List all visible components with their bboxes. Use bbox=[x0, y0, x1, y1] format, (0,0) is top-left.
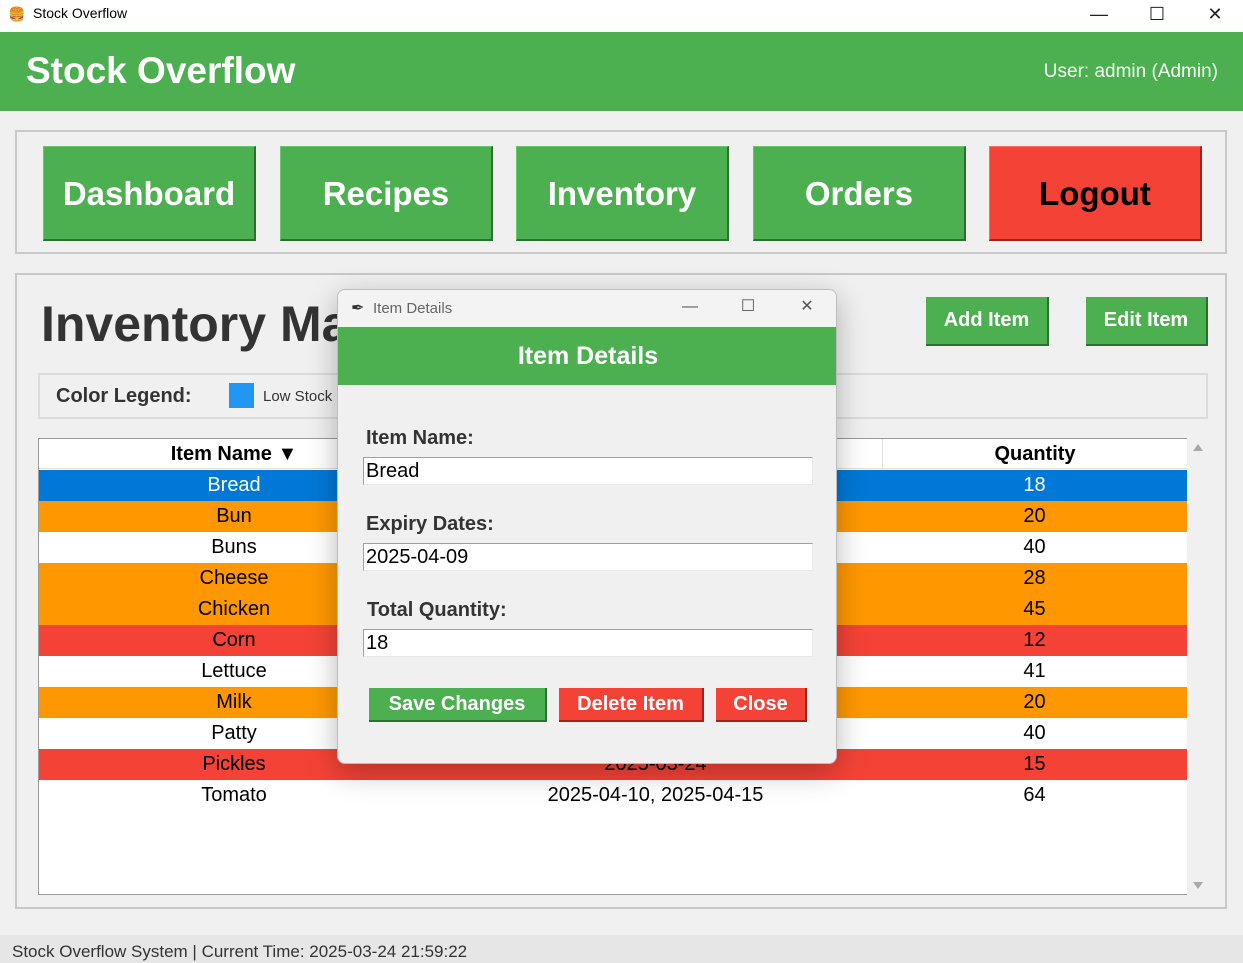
cell-expiry: 2025-04-10, 2025-04-15 bbox=[547, 784, 764, 806]
legend-label: Color Legend: bbox=[56, 385, 192, 407]
dialog-minimize-icon[interactable]: — bbox=[670, 296, 710, 320]
dialog-header: Item Details bbox=[338, 327, 836, 385]
app-header: Stock Overflow User: admin (Admin) bbox=[0, 32, 1243, 111]
status-bar: Stock Overflow System | Current Time: 20… bbox=[0, 935, 1243, 963]
dialog-window-title: Item Details bbox=[373, 300, 453, 317]
inventory-button[interactable]: Inventory bbox=[516, 146, 729, 241]
cell-quantity: 28 bbox=[1023, 567, 1046, 589]
expiry-dates-label: Expiry Dates: bbox=[366, 513, 494, 535]
app-brand: Stock Overflow bbox=[26, 50, 296, 91]
edit-item-button[interactable]: Edit Item bbox=[1086, 297, 1208, 346]
item-name-label: Item Name: bbox=[366, 427, 474, 449]
dialog-close-icon[interactable]: ✕ bbox=[787, 296, 827, 320]
minimize-icon[interactable]: — bbox=[1070, 0, 1128, 32]
nav-bar: Dashboard Recipes Inventory Orders Logou… bbox=[15, 130, 1227, 254]
low-stock-legend-text: Low Stock ( bbox=[263, 388, 342, 405]
scroll-up-icon[interactable] bbox=[1193, 444, 1203, 451]
cell-quantity: 18 bbox=[1023, 474, 1046, 496]
cell-item-name: Tomato bbox=[201, 784, 267, 806]
cell-quantity: 45 bbox=[1023, 598, 1046, 620]
window-title: Stock Overflow bbox=[33, 5, 128, 21]
status-text: Stock Overflow System | Current Time: 20… bbox=[12, 942, 468, 961]
orders-button[interactable]: Orders bbox=[753, 146, 966, 241]
save-changes-button[interactable]: Save Changes bbox=[369, 688, 547, 722]
maximize-icon[interactable]: ☐ bbox=[1128, 0, 1186, 32]
cell-quantity: 64 bbox=[1023, 784, 1046, 806]
expiry-dates-field[interactable]: 2025-04-09 bbox=[363, 543, 813, 571]
cell-quantity: 12 bbox=[1023, 629, 1046, 651]
item-details-dialog: ✒ Item Details — ☐ ✕ Item Details Item N… bbox=[337, 289, 837, 764]
cell-quantity: 20 bbox=[1023, 691, 1046, 713]
total-quantity-label: Total Quantity: bbox=[367, 599, 507, 621]
delete-item-button[interactable]: Delete Item bbox=[559, 688, 704, 722]
cell-quantity: 40 bbox=[1023, 536, 1046, 558]
dashboard-button[interactable]: Dashboard bbox=[43, 146, 256, 241]
cell-quantity: 40 bbox=[1023, 722, 1046, 744]
user-label: User: admin (Admin) bbox=[1043, 61, 1218, 82]
window-titlebar: 🍔 Stock Overflow — ☐ ✕ bbox=[0, 0, 1243, 32]
logout-button[interactable]: Logout bbox=[989, 146, 1202, 241]
table-row[interactable]: Tomato 2025-04-10, 2025-04-15 64 bbox=[39, 780, 1187, 811]
column-header-quantity[interactable]: Quantity bbox=[882, 439, 1187, 469]
page-title: Inventory Ma bbox=[41, 296, 350, 352]
cell-quantity: 41 bbox=[1023, 660, 1046, 682]
low-stock-swatch bbox=[229, 383, 254, 408]
close-icon[interactable]: ✕ bbox=[1186, 0, 1243, 32]
recipes-button[interactable]: Recipes bbox=[280, 146, 493, 241]
add-item-button[interactable]: Add Item bbox=[926, 297, 1049, 346]
app-icon: 🍔 bbox=[8, 6, 26, 22]
scroll-down-icon[interactable] bbox=[1193, 882, 1203, 889]
feather-icon: ✒ bbox=[351, 300, 365, 317]
cell-quantity: 15 bbox=[1023, 753, 1046, 775]
close-button[interactable]: Close bbox=[716, 688, 807, 722]
dialog-maximize-icon[interactable]: ☐ bbox=[728, 296, 768, 320]
table-scrollbar[interactable] bbox=[1187, 438, 1207, 895]
total-quantity-field[interactable]: 18 bbox=[363, 629, 813, 657]
cell-quantity: 20 bbox=[1023, 505, 1046, 527]
dialog-titlebar: ✒ Item Details — ☐ ✕ bbox=[338, 290, 836, 327]
item-name-field[interactable]: Bread bbox=[363, 457, 813, 485]
